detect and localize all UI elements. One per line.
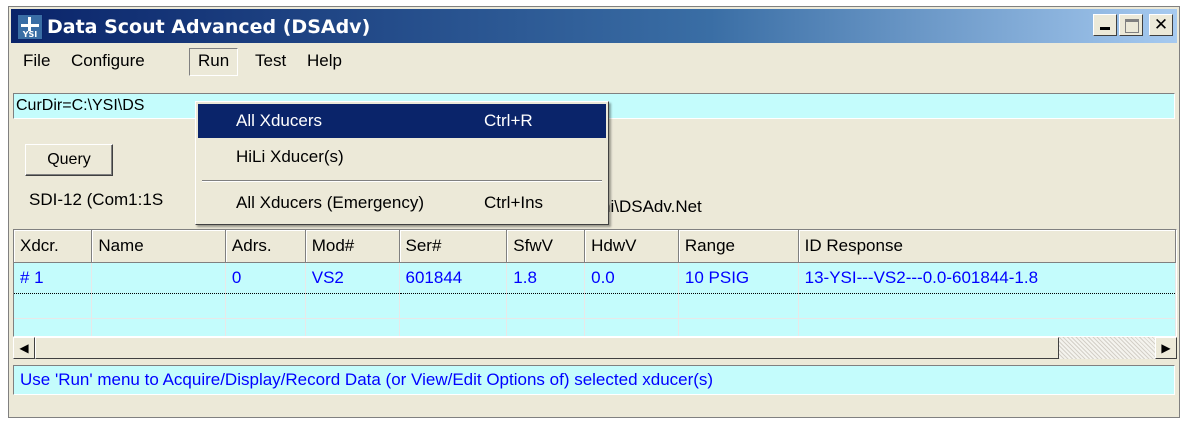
menu-separator: [202, 180, 602, 182]
cell-id-response[interactable]: 13-YSI---VS2---0.0-601844-1.8: [798, 262, 1176, 294]
minimize-button[interactable]: [1093, 14, 1117, 36]
col-header-sfwv[interactable]: SfwV: [506, 230, 586, 263]
close-icon: ✕: [1153, 15, 1169, 35]
menu-test[interactable]: Test: [247, 48, 294, 74]
cell-ser[interactable]: 601844: [399, 262, 508, 294]
scroll-left-button[interactable]: ◀: [13, 337, 35, 359]
menu-run[interactable]: Run: [189, 48, 239, 76]
run-menu-dropdown: All Xducers Ctrl+R HiLi Xducer(s) All Xd…: [195, 101, 609, 225]
triangle-right-icon: ▶: [1161, 341, 1171, 355]
empty-row[interactable]: [14, 318, 1176, 336]
menu-help[interactable]: Help: [299, 48, 350, 74]
ysi-app-icon[interactable]: YSI: [17, 14, 43, 40]
col-header-adrs[interactable]: Adrs.: [225, 230, 306, 263]
col-header-range[interactable]: Range: [678, 230, 799, 263]
window-title: Data Scout Advanced (DSAdv): [47, 16, 371, 38]
col-header-name[interactable]: Name: [91, 230, 226, 263]
cell-xdcr[interactable]: # 1: [14, 262, 93, 294]
menu-item-all-xducers-emergency[interactable]: All Xducers (Emergency) Ctrl+Ins: [198, 186, 606, 220]
cell-sfwv[interactable]: 1.8: [506, 262, 586, 294]
cell-hdwv[interactable]: 0.0: [584, 262, 679, 294]
minimize-icon: [1100, 27, 1110, 30]
scroll-right-button[interactable]: ▶: [1155, 337, 1177, 359]
col-header-ser[interactable]: Ser#: [399, 230, 508, 263]
grid-header-row: Xdcr. Name Adrs. Mod# Ser# SfwV HdwV Ran…: [14, 230, 1176, 263]
cell-name[interactable]: [91, 262, 226, 294]
network-file-label: ni\DSAdv.Net: [601, 197, 702, 216]
col-header-id-response[interactable]: ID Response: [798, 230, 1176, 263]
menu-item-hili-xducers[interactable]: HiLi Xducer(s): [198, 140, 606, 174]
triangle-left-icon: ◀: [19, 341, 29, 355]
empty-row[interactable]: [14, 293, 1176, 319]
col-header-xdcr[interactable]: Xdcr.: [14, 230, 93, 263]
scroll-thumb[interactable]: [35, 337, 1059, 359]
maximize-icon: [1125, 19, 1139, 33]
port-info-label: SDI-12 (Com1:1S: [29, 190, 164, 209]
maximize-button[interactable]: [1119, 14, 1143, 36]
menu-file[interactable]: File: [15, 48, 58, 74]
app-window: YSI Data Scout Advanced (DSAdv) ✕ File C…: [8, 6, 1180, 418]
cell-range[interactable]: 10 PSIG: [678, 262, 799, 294]
menu-configure[interactable]: Configure: [63, 48, 153, 74]
scroll-track[interactable]: [1059, 337, 1155, 359]
close-button[interactable]: ✕: [1149, 14, 1173, 36]
horizontal-scrollbar[interactable]: ◀ ▶: [13, 337, 1177, 359]
cell-mod[interactable]: VS2: [305, 262, 400, 294]
menu-bar: File Configure Run Test Help: [11, 45, 1177, 79]
table-row[interactable]: # 1 0 VS2 601844 1.8 0.0 10 PSIG 13-YSI-…: [14, 262, 1176, 294]
col-header-mod[interactable]: Mod#: [305, 230, 400, 263]
title-bar[interactable]: YSI Data Scout Advanced (DSAdv) ✕: [11, 9, 1177, 43]
cell-adrs[interactable]: 0: [225, 262, 306, 294]
query-button[interactable]: Query: [25, 144, 113, 176]
menu-item-all-xducers[interactable]: All Xducers Ctrl+R: [198, 104, 606, 138]
status-bar: Use 'Run' menu to Acquire/Display/Record…: [13, 365, 1175, 395]
xducer-grid[interactable]: Xdcr. Name Adrs. Mod# Ser# SfwV HdwV Ran…: [13, 229, 1177, 337]
col-header-hdwv[interactable]: HdwV: [584, 230, 679, 263]
